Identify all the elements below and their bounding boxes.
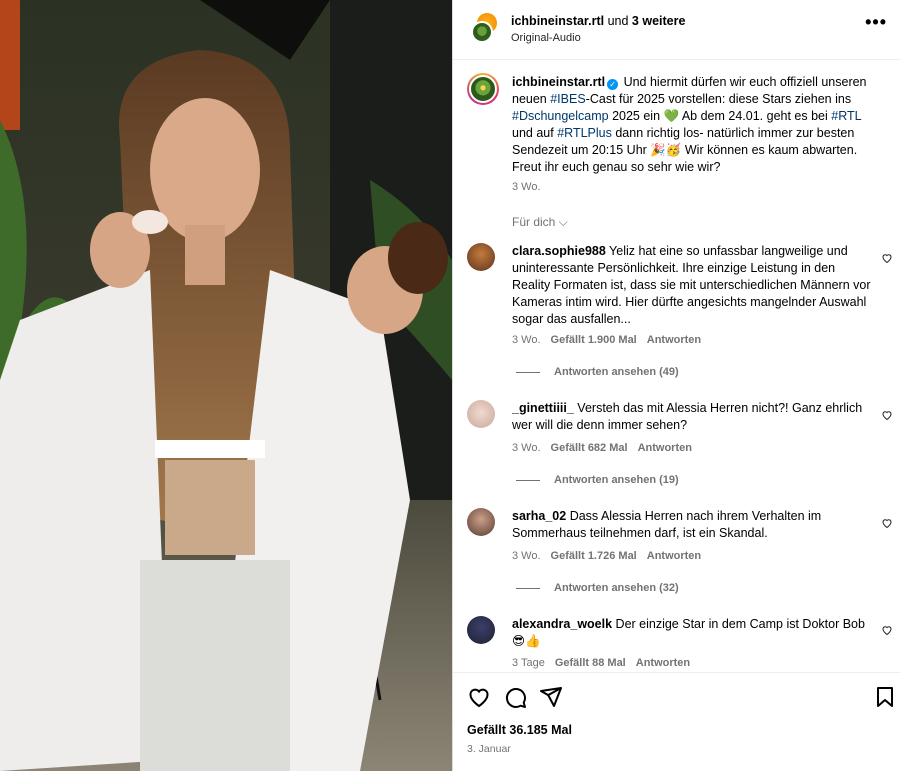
heart-icon[interactable]	[467, 685, 491, 709]
post-likes[interactable]: Gefällt 36.185 Mal	[467, 723, 572, 737]
header-usernames: ichbineinstar.rtl und 3 weitere	[511, 14, 685, 28]
view-replies-button[interactable]: Antworten ansehen (32)	[516, 582, 679, 594]
hashtag-link[interactable]: #RTL	[831, 109, 861, 123]
comment-like-heart-icon[interactable]	[881, 517, 893, 529]
hashtag-link[interactable]: #IBES	[550, 92, 585, 106]
comment-likes[interactable]: Gefällt 1.900 Mal	[551, 334, 637, 346]
reply-button[interactable]: Antworten	[638, 442, 692, 454]
post-actions: Gefällt 36.185 Mal 3. Januar	[453, 672, 900, 771]
caption-username[interactable]: ichbineinstar.rtl	[512, 75, 605, 89]
comment-meta: 3 Wo. Gefällt 682 Mal Antworten	[512, 442, 692, 454]
caption-time: 3 Wo.	[512, 181, 541, 193]
send-icon[interactable]	[539, 685, 563, 709]
reply-button[interactable]: Antworten	[636, 657, 690, 669]
post-header: ichbineinstar.rtl und 3 weitere Original…	[453, 0, 900, 60]
comment-meta: 3 Wo. Gefällt 1.726 Mal Antworten	[512, 550, 702, 562]
comment-avatar[interactable]	[467, 243, 495, 271]
comment-username[interactable]: alexandra_woelk	[512, 617, 612, 631]
audio-label[interactable]: Original-Audio	[511, 32, 581, 44]
verified-badge-icon: ✓	[607, 79, 619, 90]
comment-like-heart-icon[interactable]	[881, 409, 893, 421]
sort-dropdown[interactable]: Für dich ⌵	[512, 215, 568, 230]
header-others[interactable]: 3 weitere	[632, 14, 686, 28]
header-and: und	[607, 14, 629, 28]
video-frame	[0, 0, 452, 771]
bookmark-icon[interactable]	[873, 685, 897, 709]
view-replies-button[interactable]: Antworten ansehen (19)	[516, 474, 679, 486]
reply-button[interactable]: Antworten	[647, 550, 701, 562]
comment-avatar[interactable]	[467, 508, 495, 536]
comments-scroll-area[interactable]: ichbineinstar.rtl ✓ Und hiermit dürfen wi…	[453, 61, 900, 671]
comment-likes[interactable]: Gefällt 88 Mal	[555, 657, 626, 669]
post-video[interactable]	[0, 0, 452, 771]
comment-text: _ginettiiii_ Versteh das mit Alessia Her…	[512, 401, 863, 432]
comment-text: clara.sophie988 Yeliz hat eine so unfass…	[512, 244, 871, 326]
comment-username[interactable]: sarha_02	[512, 509, 566, 523]
more-options-icon[interactable]: •••	[865, 12, 887, 33]
comment-likes[interactable]: Gefällt 1.726 Mal	[551, 550, 637, 562]
header-username[interactable]: ichbineinstar.rtl	[511, 14, 604, 28]
comment-meta: 3 Wo. Gefällt 1.900 Mal Antworten	[512, 334, 702, 346]
reply-button[interactable]: Antworten	[647, 334, 701, 346]
hashtag-link[interactable]: #RTLPlus	[557, 126, 612, 140]
comment-avatar[interactable]	[467, 616, 495, 644]
comment-username[interactable]: _ginettiiii_	[512, 401, 574, 415]
view-replies-button[interactable]: Antworten ansehen (49)	[516, 366, 679, 378]
comment-avatar[interactable]	[467, 400, 495, 428]
comment-text: sarha_02 Dass Alessia Herren nach ihrem …	[512, 509, 822, 540]
comment-likes[interactable]: Gefällt 682 Mal	[551, 442, 628, 454]
post-date: 3. Januar	[467, 743, 511, 755]
comment-text: alexandra_woelk Der einzige Star in dem …	[512, 617, 865, 648]
comment-username[interactable]: clara.sophie988	[512, 244, 606, 258]
post-details-panel: ichbineinstar.rtl und 3 weitere Original…	[452, 0, 900, 771]
comment-like-heart-icon[interactable]	[881, 252, 893, 264]
comment-icon[interactable]	[503, 685, 527, 709]
comment-meta: 3 Tage Gefällt 88 Mal Antworten	[512, 657, 691, 669]
caption-text: ichbineinstar.rtl ✓ Und hiermit dürfen wi…	[512, 75, 867, 174]
author-avatar[interactable]	[471, 21, 493, 43]
caption-avatar[interactable]	[467, 73, 499, 105]
hashtag-link[interactable]: #Dschungelcamp	[512, 109, 609, 123]
comment-like-heart-icon[interactable]	[881, 624, 893, 636]
